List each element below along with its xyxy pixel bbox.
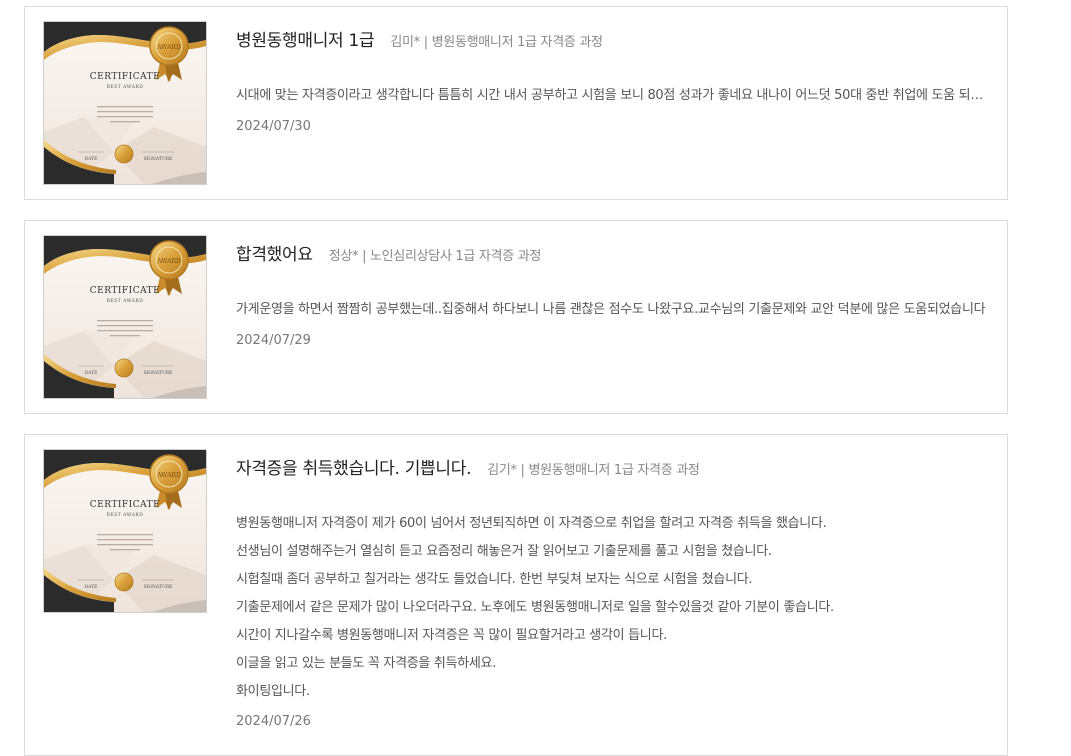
svg-text:CERTIFICATE: CERTIFICATE [90, 72, 160, 82]
certificate-icon: AWARD CERTIFICATE BEST AWARD DATE SIGNATURE [44, 236, 206, 398]
review-body-line: 시험칠때 좀더 공부하고 칠거라는 생각도 들었습니다. 한번 부딪쳐 보자는 … [236, 572, 753, 587]
svg-text:BEST AWARD: BEST AWARD [107, 84, 144, 90]
review-body-line: 이글을 읽고 있는 분들도 꼭 자격증을 취득하세요. [236, 656, 497, 671]
review-body: 가게운영을 하면서 짬짬히 공부했는데..집중해서 하다보니 나름 괜찮은 점수… [236, 296, 987, 324]
certificate-thumbnail[interactable]: AWARD CERTIFICATE BEST AWARD DATE SIGNATURE [43, 449, 207, 613]
svg-text:SIGNATURE: SIGNATURE [144, 370, 173, 376]
review-date: 2024/07/29 [236, 333, 311, 348]
review-card[interactable]: AWARD CERTIFICATE BEST AWARD DATE SIGNATURE … [24, 434, 1008, 756]
certificate-icon: AWARD CERTIFICATE BEST AWARD DATE SIGNATURE [44, 22, 206, 184]
review-meta: 김미* | 병원동행매니저 1급 자격증 과정 [390, 35, 603, 50]
review-header: 합격했어요 정상* | 노인심리상담사 1급 자격증 과정 [236, 240, 541, 265]
review-title[interactable]: 합격했어요 [236, 245, 313, 265]
review-card[interactable]: AWARD CERTIFICATE BEST AWARD DATE SIGNATURE … [24, 6, 1008, 200]
review-body: 병원동행매니저 자격증이 제가 60이 넘어서 정년퇴직하면 이 자격증으로 취… [236, 510, 987, 706]
svg-text:AWARD: AWARD [156, 258, 181, 265]
review-course: 병원동행매니저 1급 자격증 과정 [431, 35, 603, 50]
review-body-line: 가게운영을 하면서 짬짬히 공부했는데..집중해서 하다보니 나름 괜찮은 점수… [236, 302, 986, 317]
review-body-line: 기출문제에서 같은 문제가 많이 나오더라구요. 노후에도 병원동행매니저로 일… [236, 600, 834, 615]
review-body-line: 시대에 맞는 자격증이라고 생각합니다 틈틈히 시간 내서 공부하고 시험을 보… [236, 88, 987, 103]
svg-text:CERTIFICATE: CERTIFICATE [90, 286, 160, 296]
review-card[interactable]: AWARD CERTIFICATE BEST AWARD DATE SIGNATURE … [24, 220, 1008, 414]
svg-text:DATE: DATE [85, 156, 98, 162]
review-author: 김미* [390, 35, 420, 50]
review-body: 시대에 맞는 자격증이라고 생각합니다 틈틈히 시간 내서 공부하고 시험을 보… [236, 82, 987, 110]
svg-text:DATE: DATE [85, 370, 98, 376]
svg-text:SIGNATURE: SIGNATURE [144, 584, 173, 590]
review-title[interactable]: 병원동행매니저 1급 [236, 31, 375, 51]
review-body-line: 시간이 지나갈수록 병원동행매니저 자격증은 꼭 많이 필요할거라고 생각이 듭… [236, 628, 667, 643]
review-header: 자격증을 취득했습니다. 기쁩니다. 김기* | 병원동행매니저 1급 자격증 과… [236, 454, 700, 479]
svg-text:DATE: DATE [85, 584, 98, 590]
svg-text:AWARD: AWARD [156, 472, 181, 479]
svg-text:AWARD: AWARD [156, 44, 181, 51]
review-date: 2024/07/30 [236, 119, 311, 134]
certificate-icon: AWARD CERTIFICATE BEST AWARD DATE SIGNATURE [44, 450, 206, 612]
review-course: 노인심리상담사 1급 자격증 과정 [369, 249, 542, 264]
svg-text:BEST AWARD: BEST AWARD [107, 298, 144, 304]
review-author: 김기* [487, 463, 517, 478]
svg-text:SIGNATURE: SIGNATURE [144, 156, 173, 162]
review-title[interactable]: 자격증을 취득했습니다. 기쁩니다. [236, 459, 471, 479]
review-meta: 정상* | 노인심리상담사 1급 자격증 과정 [328, 249, 542, 264]
certificate-thumbnail[interactable]: AWARD CERTIFICATE BEST AWARD DATE SIGNATURE [43, 235, 207, 399]
review-date: 2024/07/26 [236, 714, 311, 729]
review-meta: 김기* | 병원동행매니저 1급 자격증 과정 [487, 463, 700, 478]
review-body-line: 선생님이 설명해주는거 열심히 듣고 요즘정리 해놓은거 잘 읽어보고 기출문제… [236, 544, 772, 559]
review-header: 병원동행매니저 1급 김미* | 병원동행매니저 1급 자격증 과정 [236, 26, 603, 51]
review-body-line: 병원동행매니저 자격증이 제가 60이 넘어서 정년퇴직하면 이 자격증으로 취… [236, 516, 827, 531]
review-body-line: 화이팅입니다. [236, 684, 310, 699]
review-author: 정상* [328, 249, 359, 264]
svg-text:BEST AWARD: BEST AWARD [107, 512, 144, 518]
certificate-thumbnail[interactable]: AWARD CERTIFICATE BEST AWARD DATE SIGNATURE [43, 21, 207, 185]
review-course: 병원동행매니저 1급 자격증 과정 [528, 463, 700, 478]
svg-text:CERTIFICATE: CERTIFICATE [90, 500, 160, 510]
